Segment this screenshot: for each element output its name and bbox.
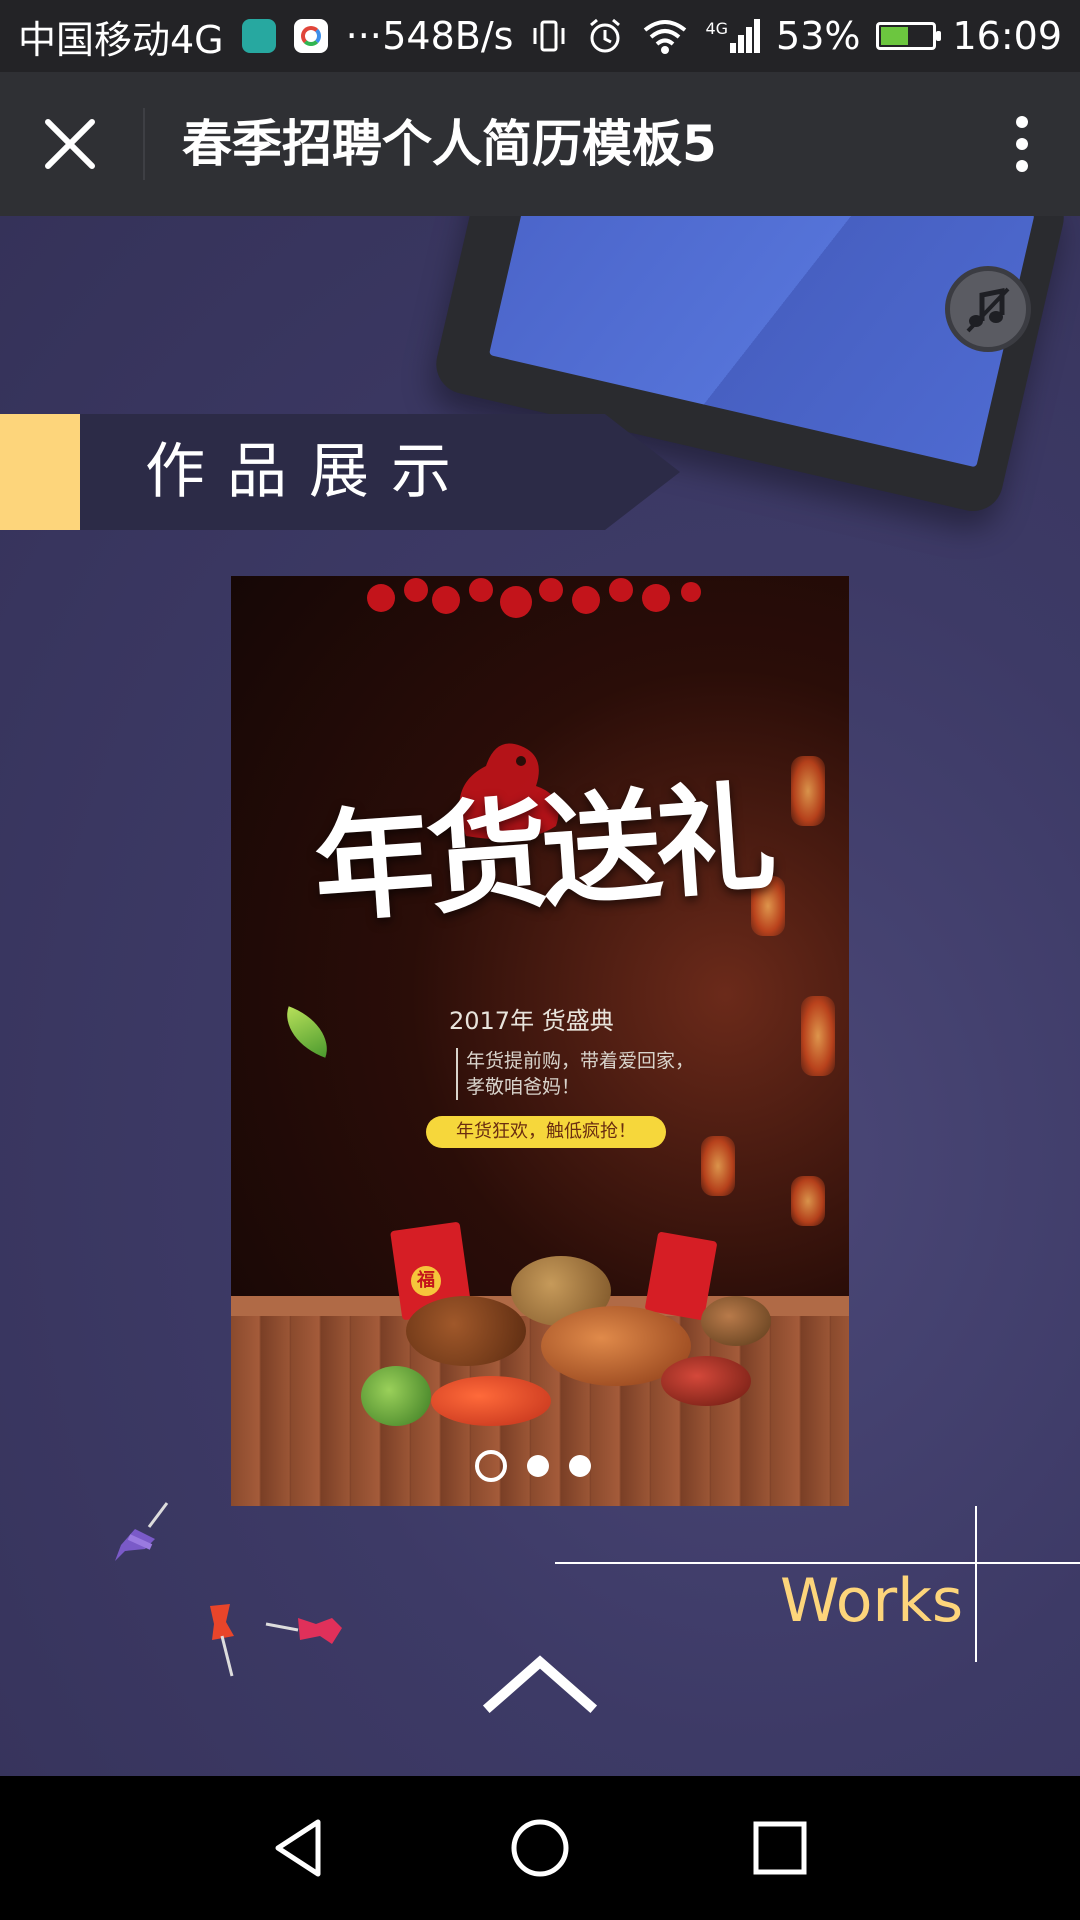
green-fruit xyxy=(361,1366,431,1426)
lantern xyxy=(791,756,825,826)
status-left: 中国移动4G ··· xyxy=(18,0,382,72)
nav-home-icon[interactable] xyxy=(506,1814,574,1882)
snack-plate xyxy=(661,1356,751,1406)
section-title: 作品展示 xyxy=(145,437,473,507)
works-vertical-line xyxy=(975,1506,977,1662)
system-nav-bar xyxy=(0,1776,1080,1920)
poster-headline: 年货送礼 xyxy=(309,767,775,940)
network-type: 4G xyxy=(705,19,729,38)
vibrate-icon xyxy=(533,20,565,52)
battery-fill xyxy=(881,27,909,45)
purple-pushpin-icon xyxy=(115,1502,169,1561)
carrier-label: 中国移动4G xyxy=(18,17,224,62)
page-title: 春季招聘个人简历模板5 xyxy=(182,115,717,173)
status-right: 548B/s 4G 53% 16:09 xyxy=(382,0,1062,72)
clock: 16:09 xyxy=(952,14,1062,58)
poster-year: 2017年 货盛典 xyxy=(449,1007,614,1035)
nav-recents-icon[interactable] xyxy=(746,1814,814,1882)
chevron-up-icon[interactable] xyxy=(482,1648,598,1718)
app-bar: 春季招聘个人简历模板5 xyxy=(0,72,1080,216)
lantern xyxy=(701,1136,735,1196)
nav-back-icon[interactable] xyxy=(266,1814,334,1882)
leaf-decoration xyxy=(276,1006,338,1058)
signal-icon: 4G xyxy=(705,19,761,53)
lantern xyxy=(791,1176,825,1226)
lantern xyxy=(801,996,835,1076)
music-off-icon xyxy=(966,287,1010,333)
carousel-dot[interactable] xyxy=(527,1455,549,1477)
battery-icon xyxy=(876,22,942,50)
poster-tag: 年货狂欢，触低疯抢！ xyxy=(426,1116,666,1148)
works-label: Works xyxy=(780,1566,964,1636)
nut-bowl xyxy=(406,1296,526,1366)
poster-description: 年货提前购，带着爱回家， 孝敬咱爸妈！ xyxy=(456,1048,694,1100)
status-bar: 中国移动4G ··· 548B/s 4G 53% 16:09 xyxy=(0,0,1080,72)
android-app-icon xyxy=(241,19,276,53)
fortune-badge: 福 xyxy=(411,1266,441,1296)
crab xyxy=(431,1376,551,1426)
paper-cut-pattern xyxy=(367,578,701,618)
browser-app-icon xyxy=(293,19,328,53)
music-toggle-button[interactable] xyxy=(945,266,1031,352)
section-banner: 作品展示 xyxy=(0,414,680,530)
banner-accent xyxy=(0,414,80,530)
pink-pushpin-icon xyxy=(265,1618,342,1644)
carousel-indicator xyxy=(475,1450,591,1482)
page-content: 作品展示 年货送礼 2017年 货盛典 年货提前购，带着爱回家， 孝敬咱爸妈！ … xyxy=(0,216,1080,1776)
works-horizontal-line xyxy=(555,1562,1080,1564)
wifi-icon xyxy=(644,20,687,54)
close-icon[interactable] xyxy=(38,112,102,176)
net-speed: 548B/s xyxy=(382,14,514,58)
snack-plate xyxy=(701,1296,771,1346)
carousel-dot[interactable] xyxy=(475,1450,507,1482)
battery-percent: 53% xyxy=(776,14,861,58)
alarm-icon xyxy=(590,18,621,53)
more-vert-icon[interactable] xyxy=(994,112,1050,176)
red-pushpin-icon xyxy=(210,1604,234,1677)
app-bar-divider xyxy=(143,108,145,180)
more-notifications-icon: ··· xyxy=(345,14,382,58)
carousel-dot[interactable] xyxy=(569,1455,591,1477)
carousel-slide-poster[interactable]: 年货送礼 2017年 货盛典 年货提前购，带着爱回家， 孝敬咱爸妈！ 年货狂欢，… xyxy=(231,576,849,1506)
